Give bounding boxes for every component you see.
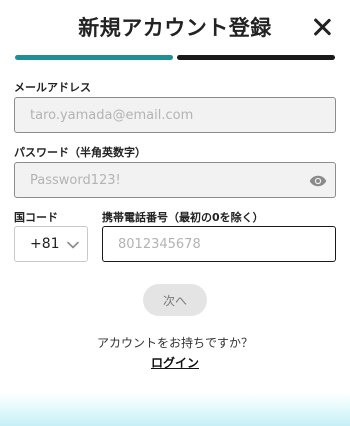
email-field[interactable] xyxy=(15,98,335,132)
page-title: 新規アカウント登録 xyxy=(78,16,272,40)
login-link[interactable]: ログイン xyxy=(0,354,350,371)
phone-label: 携帯電話番号（最初の0を除く） xyxy=(102,211,264,224)
country-code-label: 国コード xyxy=(14,211,58,224)
next-button[interactable]: 次へ xyxy=(143,284,207,316)
password-field-wrapper xyxy=(14,162,336,198)
chevron-down-icon xyxy=(67,241,79,249)
country-code-value: +81 xyxy=(30,236,60,252)
email-field-wrapper xyxy=(14,97,336,133)
email-label: メールアドレス xyxy=(14,81,91,94)
header: 新規アカウント登録 xyxy=(0,0,350,56)
close-icon[interactable] xyxy=(309,14,335,40)
country-code-select[interactable]: +81 xyxy=(14,226,88,262)
password-label: パスワード（半角英数字） xyxy=(14,146,146,159)
eye-icon[interactable] xyxy=(309,172,327,190)
login-prompt: アカウントをお持ちですか？ xyxy=(96,336,253,350)
progress-step-2 xyxy=(177,55,335,60)
phone-field-wrapper xyxy=(102,226,336,262)
footer-gradient xyxy=(0,392,350,426)
phone-field[interactable] xyxy=(103,227,335,261)
password-field[interactable] xyxy=(15,163,335,197)
progress-step-1 xyxy=(15,55,173,60)
